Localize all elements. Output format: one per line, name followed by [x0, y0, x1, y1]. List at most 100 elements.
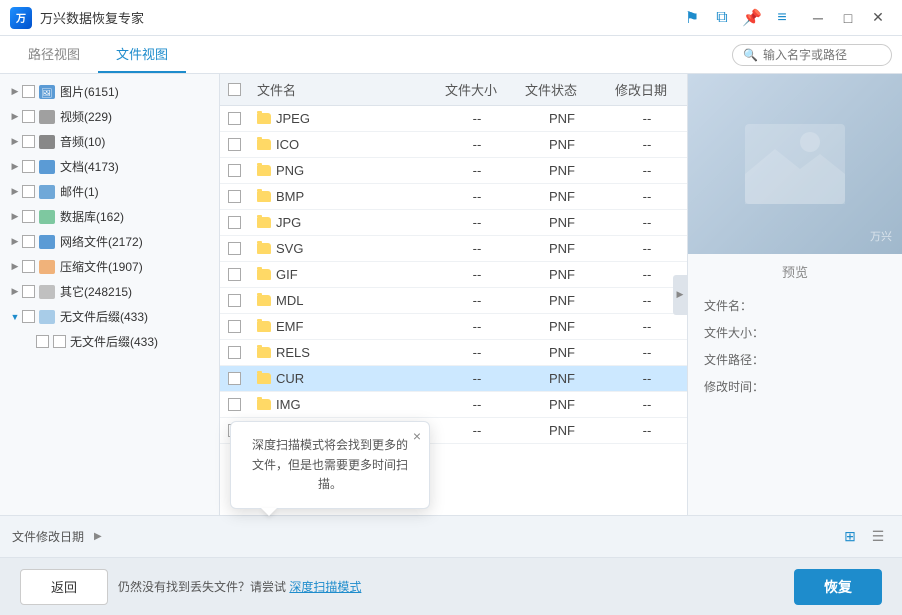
checkbox-video[interactable] [22, 110, 35, 123]
table-row[interactable]: RELS -- PNF -- [220, 340, 687, 366]
sidebar-item-document[interactable]: ▶ 文档(4173) [0, 154, 219, 179]
document-icon [39, 160, 55, 174]
checkbox-noext[interactable] [22, 310, 35, 323]
sidebar-item-mail[interactable]: ▶ 邮件(1) [0, 179, 219, 204]
table-row[interactable]: IMG -- PNF -- [220, 392, 687, 418]
checkbox-document[interactable] [22, 160, 35, 173]
minimize-button[interactable]: ─ [804, 4, 832, 32]
pin-icon[interactable]: 📌 [740, 6, 764, 30]
bookmark-icon[interactable]: ⚑ [680, 6, 704, 30]
row-date-9: -- [607, 340, 687, 366]
table-row[interactable]: BMP -- PNF -- [220, 184, 687, 210]
info-row-filesize: 文件大小： [704, 324, 886, 341]
checkbox-mail[interactable] [22, 185, 35, 198]
table-row[interactable]: SVG -- PNF -- [220, 236, 687, 262]
database-icon [39, 210, 55, 224]
table-row[interactable]: MDL -- PNF -- [220, 288, 687, 314]
tab-file-view[interactable]: 文件视图 [98, 36, 186, 73]
checkbox-web[interactable] [22, 235, 35, 248]
back-button[interactable]: 返回 [20, 569, 108, 605]
row-size-8: -- [437, 314, 517, 340]
filter-arrow[interactable]: ▶ [94, 531, 102, 542]
sidebar-item-database[interactable]: ▶ 数据库(162) [0, 204, 219, 229]
sidebar-label-mail: 邮件(1) [60, 183, 99, 200]
table-row[interactable]: ICO -- PNF -- [220, 132, 687, 158]
tooltip-close-button[interactable]: × [413, 428, 421, 444]
action-bar: 返回 仍然没有找到丢失文件？请尝试 深度扫描模式 恢复 [0, 557, 902, 615]
table-row[interactable]: GIF -- PNF -- [220, 262, 687, 288]
row-checkbox-9[interactable] [228, 346, 241, 359]
sidebar-item-video[interactable]: ▶ 视频(229) [0, 104, 219, 129]
sidebar-subitem-noext[interactable]: 无文件后缀(433) [0, 329, 219, 354]
collapse-handle[interactable]: ▶ [673, 275, 687, 315]
checkbox-archive[interactable] [22, 260, 35, 273]
sidebar-label-document: 文档(4173) [60, 158, 119, 175]
close-button[interactable]: ✕ [864, 4, 892, 32]
table-row[interactable]: JPG -- PNF -- [220, 210, 687, 236]
copy-icon[interactable]: ⧉ [710, 6, 734, 30]
row-checkbox-5[interactable] [228, 242, 241, 255]
info-row-filepath: 文件路径： [704, 351, 886, 368]
sidebar-item-image[interactable]: ▶ 🖼 图片(6151) [0, 79, 219, 104]
header-checkbox[interactable] [228, 83, 241, 96]
row-checkbox-6[interactable] [228, 268, 241, 281]
other-icon [39, 285, 55, 299]
row-checkbox-8[interactable] [228, 320, 241, 333]
row-status-8: PNF [517, 314, 607, 340]
row-status-1: PNF [517, 132, 607, 158]
row-checkbox-11[interactable] [228, 398, 241, 411]
row-checkbox-3[interactable] [228, 190, 241, 203]
filter-label: 文件修改日期 [12, 528, 84, 545]
audio-icon [39, 135, 55, 149]
row-date-5: -- [607, 236, 687, 262]
folder-icon-4 [257, 217, 271, 228]
sidebar-item-other[interactable]: ▶ 其它(248215) [0, 279, 219, 304]
file-scroll[interactable]: 文件名 文件大小 文件状态 修改日期 JPEG -- [220, 74, 687, 444]
checkbox-other[interactable] [22, 285, 35, 298]
row-status-9: PNF [517, 340, 607, 366]
expand-arrow-document: ▶ [8, 160, 22, 174]
checkbox-subitem-noext[interactable] [36, 335, 49, 348]
noext-icon [39, 310, 55, 324]
tab-bar: 路径视图 文件视图 🔍 [0, 36, 902, 74]
expand-arrow-mail: ▶ [8, 185, 22, 199]
sidebar-item-web[interactable]: ▶ 网络文件(2172) [0, 229, 219, 254]
row-checkbox-2[interactable] [228, 164, 241, 177]
list-view-button[interactable]: ☰ [866, 525, 890, 549]
table-row[interactable]: EMF -- PNF -- [220, 314, 687, 340]
table-row[interactable]: JPEG -- PNF -- [220, 106, 687, 132]
row-checkbox-7[interactable] [228, 294, 241, 307]
row-checkbox-4[interactable] [228, 216, 241, 229]
row-name-2: PNG [276, 163, 304, 178]
checkbox-subitem-noext2[interactable] [53, 335, 66, 348]
row-checkbox-0[interactable] [228, 112, 241, 125]
window-controls: ─ □ ✕ [804, 4, 892, 32]
info-filepath-label: 文件路径： [704, 351, 764, 368]
sidebar-label-web: 网络文件(2172) [60, 233, 143, 250]
folder-icon-0 [257, 113, 271, 124]
row-status-4: PNF [517, 210, 607, 236]
row-checkbox-1[interactable] [228, 138, 241, 151]
search-input[interactable] [763, 48, 881, 62]
table-row[interactable]: PNG -- PNF -- [220, 158, 687, 184]
row-size-7: -- [437, 288, 517, 314]
checkbox-database[interactable] [22, 210, 35, 223]
sidebar-item-archive[interactable]: ▶ 压缩文件(1907) [0, 254, 219, 279]
grid-view-button[interactable]: ⊞ [838, 525, 862, 549]
row-size-0: -- [437, 106, 517, 132]
checkbox-image[interactable] [22, 85, 35, 98]
checkbox-audio[interactable] [22, 135, 35, 148]
tab-path-view[interactable]: 路径视图 [10, 36, 98, 73]
recover-button[interactable]: 恢复 [794, 569, 882, 605]
maximize-button[interactable]: □ [834, 4, 862, 32]
deep-scan-link[interactable]: 深度扫描模式 [289, 580, 361, 594]
app-logo: 万 [10, 7, 32, 29]
row-status-2: PNF [517, 158, 607, 184]
menu-icon[interactable]: ≡ [770, 6, 794, 30]
sidebar-item-noext[interactable]: ▼ 无文件后缀(433) [0, 304, 219, 329]
row-checkbox-10[interactable] [228, 372, 241, 385]
row-name-5: SVG [276, 241, 303, 256]
table-row[interactable]: CUR -- PNF -- [220, 366, 687, 392]
sidebar-item-audio[interactable]: ▶ 音频(10) [0, 129, 219, 154]
archive-icon [39, 260, 55, 274]
